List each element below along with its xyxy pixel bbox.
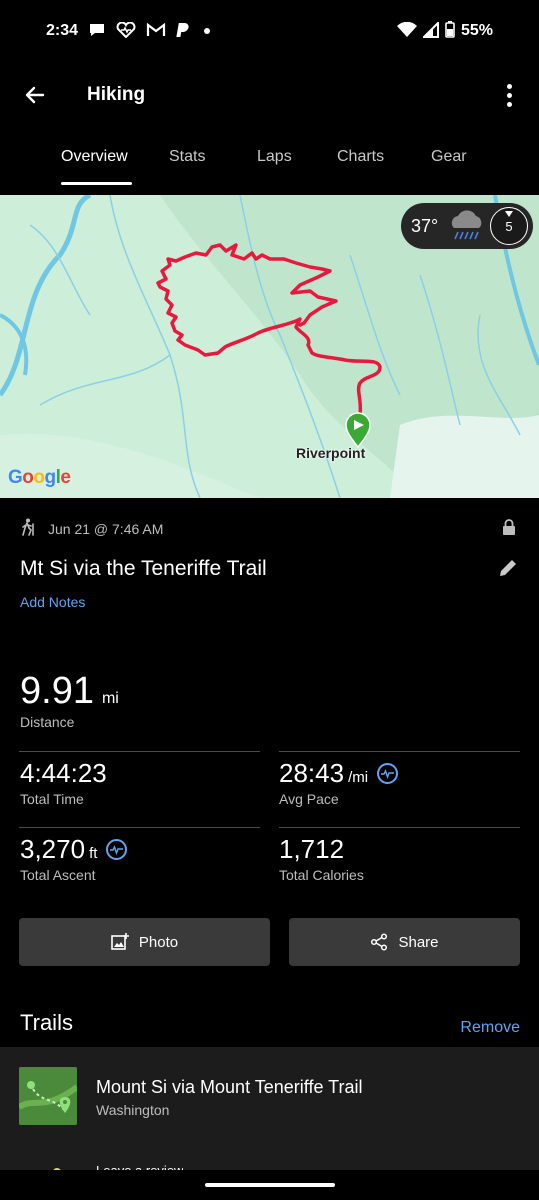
total-calories-label: Total Calories (279, 867, 364, 883)
trail-region: Washington (96, 1102, 170, 1118)
add-photo-icon (111, 933, 129, 950)
privacy-lock-button[interactable] (501, 518, 517, 541)
distance-label: Distance (20, 714, 75, 730)
total-calories-stat: 1,712 Total Calories (279, 834, 364, 883)
total-ascent-value: 3,270 (20, 834, 86, 864)
more-vertical-icon (506, 83, 512, 89)
avg-pace-stat: 28:43 /mi Avg Pace (279, 758, 399, 807)
cell-signal-icon (421, 20, 439, 41)
total-calories-value: 1,712 (279, 834, 345, 864)
status-bar: 2:34 55% (0, 0, 539, 62)
battery-percent: 55% (460, 22, 493, 39)
total-ascent-stat: 3,270 ft Total Ascent (20, 834, 128, 883)
page-title: Hiking (87, 84, 146, 105)
divider (19, 827, 260, 828)
wind-speed: 5 (505, 218, 513, 234)
back-button[interactable] (20, 80, 50, 110)
tab-gear[interactable]: Gear (431, 148, 467, 166)
tab-overview[interactable]: Overview (61, 148, 128, 166)
add-photo-button[interactable]: Photo (19, 918, 270, 966)
wind-direction-icon (505, 211, 513, 217)
tab-charts[interactable]: Charts (337, 148, 384, 166)
trail-map-thumbnail (19, 1067, 77, 1125)
wind-indicator: 5 (490, 207, 528, 245)
trails-heading: Trails (20, 1010, 73, 1035)
total-time-stat: 4:44:23 Total Time (20, 758, 107, 807)
system-nav-bar (0, 1170, 539, 1200)
active-tab-indicator (61, 182, 132, 185)
add-notes-link[interactable]: Add Notes (20, 594, 85, 610)
total-time-value: 4:44:23 (20, 758, 107, 788)
avg-pace-unit: /mi (348, 769, 369, 786)
route-map[interactable]: 37° 5 Google Riverpoint (0, 195, 539, 498)
pace-chart-icon[interactable] (377, 763, 399, 784)
divider (19, 751, 260, 752)
clock: 2:34 (46, 22, 79, 39)
remove-trail-link[interactable]: Remove (460, 1019, 520, 1037)
home-gesture-handle[interactable] (205, 1183, 335, 1187)
tab-stats[interactable]: Stats (169, 148, 205, 166)
avg-pace-value: 28:43 (279, 758, 345, 788)
activity-title: Mt Si via the Teneriffe Trail (20, 557, 267, 580)
share-label: Share (398, 933, 439, 951)
arrow-left-icon (25, 86, 45, 104)
divider (279, 827, 520, 828)
distance-unit: mi (101, 690, 119, 707)
share-icon (371, 933, 388, 951)
total-ascent-unit: ft (89, 845, 98, 862)
battery-icon (445, 21, 455, 41)
activity-date: Jun 21 @ 7:46 AM (48, 520, 164, 537)
heart-rate-icon (116, 21, 136, 41)
hiker-icon (20, 518, 36, 539)
activity-meta: Jun 21 @ 7:46 AM (20, 518, 163, 539)
more-options-button[interactable] (497, 80, 521, 110)
total-time-label: Total Time (20, 791, 84, 807)
divider (279, 751, 520, 752)
weather-temperature: 37° (411, 215, 439, 236)
map-location-label: Riverpoint (296, 445, 366, 461)
photo-label: Photo (138, 933, 179, 951)
dot-icon (202, 24, 212, 39)
tab-laps[interactable]: Laps (257, 148, 292, 166)
app-bar: Hiking (0, 62, 539, 128)
pandora-icon (176, 22, 192, 41)
pencil-icon (500, 560, 516, 576)
edit-title-button[interactable] (497, 557, 519, 584)
distance-stat: 9.91 mi (20, 670, 119, 713)
elevation-chart-icon[interactable] (106, 839, 128, 860)
gmail-icon (146, 22, 166, 41)
chat-bubble-icon (88, 22, 106, 41)
weather-widget: 37° 5 (401, 203, 533, 249)
avg-pace-label: Avg Pace (279, 791, 339, 807)
distance-value: 9.91 (20, 670, 94, 712)
google-logo: Google (8, 467, 71, 488)
trail-name: Mount Si via Mount Teneriffe Trail (96, 1077, 363, 1097)
wifi-icon (396, 21, 417, 41)
share-button[interactable]: Share (289, 918, 520, 966)
lock-icon (503, 519, 515, 535)
rain-cloud-icon (446, 208, 486, 244)
total-ascent-label: Total Ascent (20, 867, 96, 883)
tab-bar: Overview Stats Laps Charts Gear (0, 128, 539, 194)
